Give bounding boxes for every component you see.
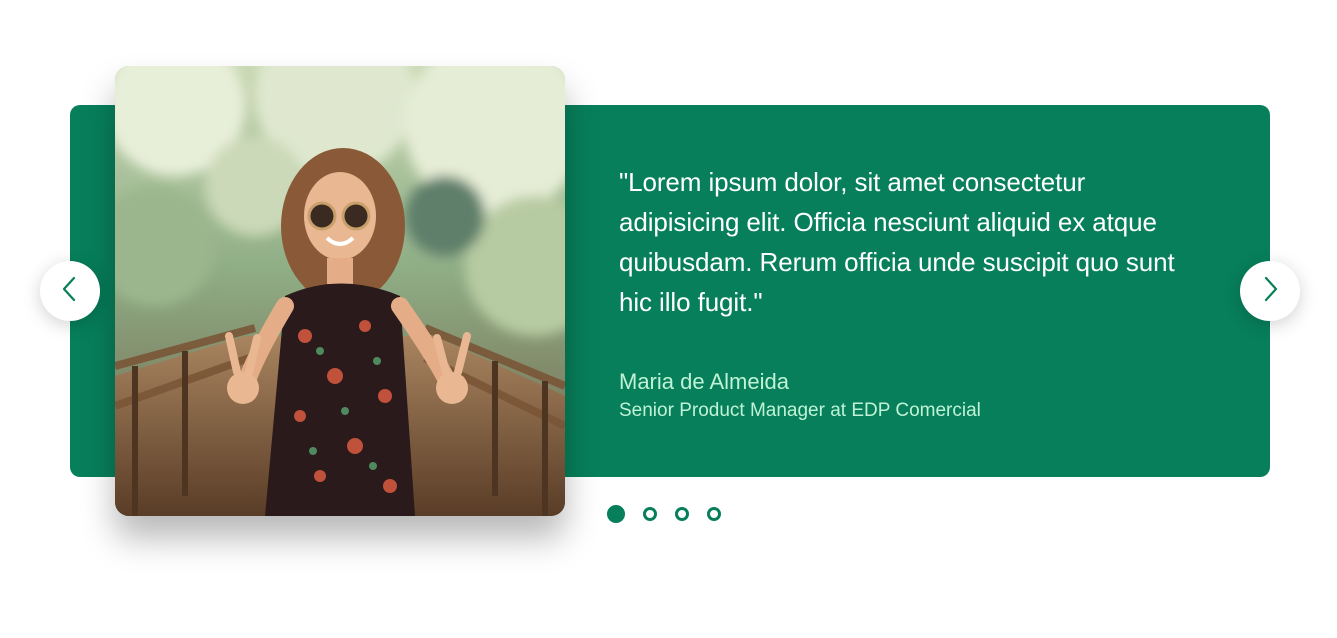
chevron-right-icon: [1259, 274, 1281, 309]
carousel-dot-3[interactable]: [675, 507, 689, 521]
testimonial-quote: "Lorem ipsum dolor, sit amet consectetur…: [619, 167, 1175, 317]
author-name: Maria de Almeida: [619, 369, 789, 394]
next-slide-button[interactable]: [1240, 261, 1300, 321]
chevron-left-icon: [59, 274, 81, 309]
carousel-dot-1[interactable]: [607, 505, 625, 523]
carousel-pagination: [607, 505, 721, 523]
previous-slide-button[interactable]: [40, 261, 100, 321]
author-role: Senior Product Manager at EDP Comercial: [619, 400, 981, 421]
testimonial-photo: [115, 66, 565, 516]
carousel-dot-2[interactable]: [643, 507, 657, 521]
carousel-dot-4[interactable]: [707, 507, 721, 521]
